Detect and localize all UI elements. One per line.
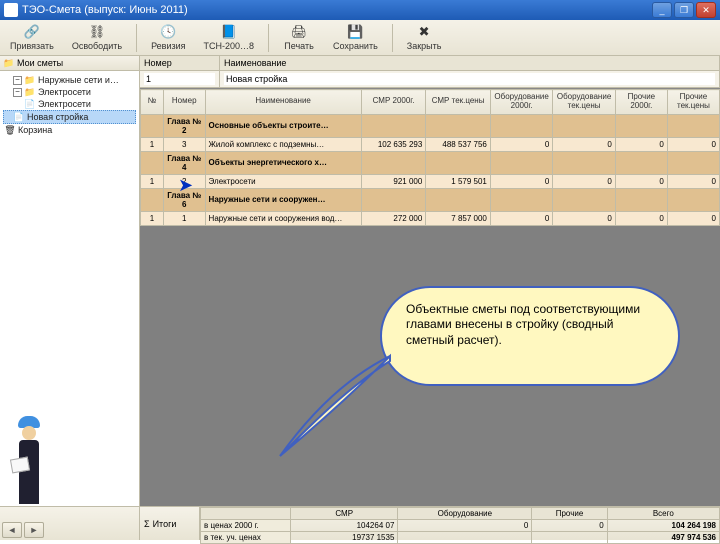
name-label: Наименование [220,56,720,70]
footer-bar: ◄ ► Σ Итоги СМР Оборудование Прочие Всег… [0,506,720,540]
close-doc-button[interactable]: ✖ Закрыть [401,22,448,53]
app-icon [4,3,18,17]
minimize-button[interactable]: _ [652,2,672,18]
footer-nav: ◄ ► [0,507,140,540]
tree-item[interactable]: − 📁 Наружные сети и… [3,74,136,86]
window-titlebar: ТЭО-Смета (выпуск: Июнь 2011) _ ❐ ✕ [0,0,720,20]
tree-item[interactable]: − 📁 Электросети [3,86,136,98]
document-icon: 📄 [25,99,35,109]
collapse-icon[interactable]: − [13,76,22,85]
totals-row: в тек. уч. ценах 19737 1535 497 974 536 [201,532,720,544]
table-row[interactable]: Глава № 2Основные объекты строите… [141,114,720,137]
tree-item[interactable]: 📄 Электросети [3,98,136,110]
nav-next-button[interactable]: ► [24,522,44,538]
unbind-button[interactable]: ⛓ Освободить [66,22,128,53]
tree-item-selected[interactable]: 📄 Новая стройка [3,110,136,124]
window-title: ТЭО-Смета (выпуск: Июнь 2011) [22,4,188,16]
table-row[interactable]: 12Электросети921 0001 579 5010000 [141,174,720,188]
exit-icon: ✖ [416,24,432,40]
link-icon: 🔗 [24,24,40,40]
grid-header-row: №НомерНаименование СМР 2000г.СМР тек.цен… [141,90,720,115]
sum-icon: Σ [144,519,150,529]
print-button[interactable]: 🖨 Печать [277,22,321,53]
unlink-icon: ⛓ [89,24,105,40]
content-area: Номер Наименование №НомерНаименование СМ… [140,56,720,506]
book-icon: 📘 [221,24,237,40]
bin-icon: 🗑 [5,125,15,135]
folder-icon: 📁 [4,58,14,68]
tsn-button[interactable]: 📘 ТСН-200…8 [198,22,261,53]
empty-workspace: Объектные сметы под соответствующими гла… [140,226,720,506]
toolbar-divider [268,24,269,52]
nav-prev-button[interactable]: ◄ [2,522,22,538]
footer-summary: Σ Итоги СМР Оборудование Прочие Всего в … [140,507,720,540]
toolbar-divider [136,24,137,52]
sidebar-tab[interactable]: 📁 Мои сметы [0,56,139,71]
close-button[interactable]: ✕ [696,2,716,18]
folder-icon: 📁 [25,87,35,97]
document-icon: 📄 [14,112,24,122]
toolbar-divider [392,24,393,52]
printer-icon: 🖨 [291,24,307,40]
revision-icon: 🕓 [160,24,176,40]
window-buttons: _ ❐ ✕ [652,2,716,18]
info-value-row [140,71,720,88]
save-button[interactable]: 💾 Сохранить [327,22,384,53]
callout-text: Объектные сметы под соответствующими гла… [380,286,680,386]
totals-table: СМР Оборудование Прочие Всего в ценах 20… [200,507,720,544]
estimate-grid[interactable]: №НомерНаименование СМР 2000г.СМР тек.цен… [140,88,720,226]
tree-item-bin[interactable]: 🗑 Корзина [3,124,136,136]
table-row[interactable]: 13Жилой комплекс с подземны…102 635 2934… [141,137,720,151]
revision-button[interactable]: 🕓 Ревизия [145,22,191,53]
totals-row: в ценах 2000 г. 104264 07 0 0 104 264 19… [201,520,720,532]
assistant-figure [4,416,54,506]
info-header-row: Номер Наименование [140,56,720,71]
callout-tail-icon [270,306,410,466]
number-label: Номер [140,56,220,70]
table-row[interactable]: Глава № 6Наружные сети и сооружен… [141,188,720,211]
totals-button[interactable]: Σ Итоги [140,507,200,540]
save-icon: 💾 [347,24,363,40]
main-toolbar: 🔗 Привязать ⛓ Освободить 🕓 Ревизия 📘 ТСН… [0,20,720,56]
bind-button[interactable]: 🔗 Привязать [4,22,60,53]
maximize-button[interactable]: ❐ [674,2,694,18]
folder-icon: 📁 [25,75,35,85]
name-input[interactable] [224,73,715,85]
table-row[interactable]: 11Наружные сети и сооружения вод…272 000… [141,211,720,225]
help-callout: Объектные сметы под соответствующими гла… [380,286,680,386]
table-row[interactable]: Глава № 4Объекты энергетического х… [141,151,720,174]
number-input[interactable] [144,73,215,85]
collapse-icon[interactable]: − [13,88,22,97]
